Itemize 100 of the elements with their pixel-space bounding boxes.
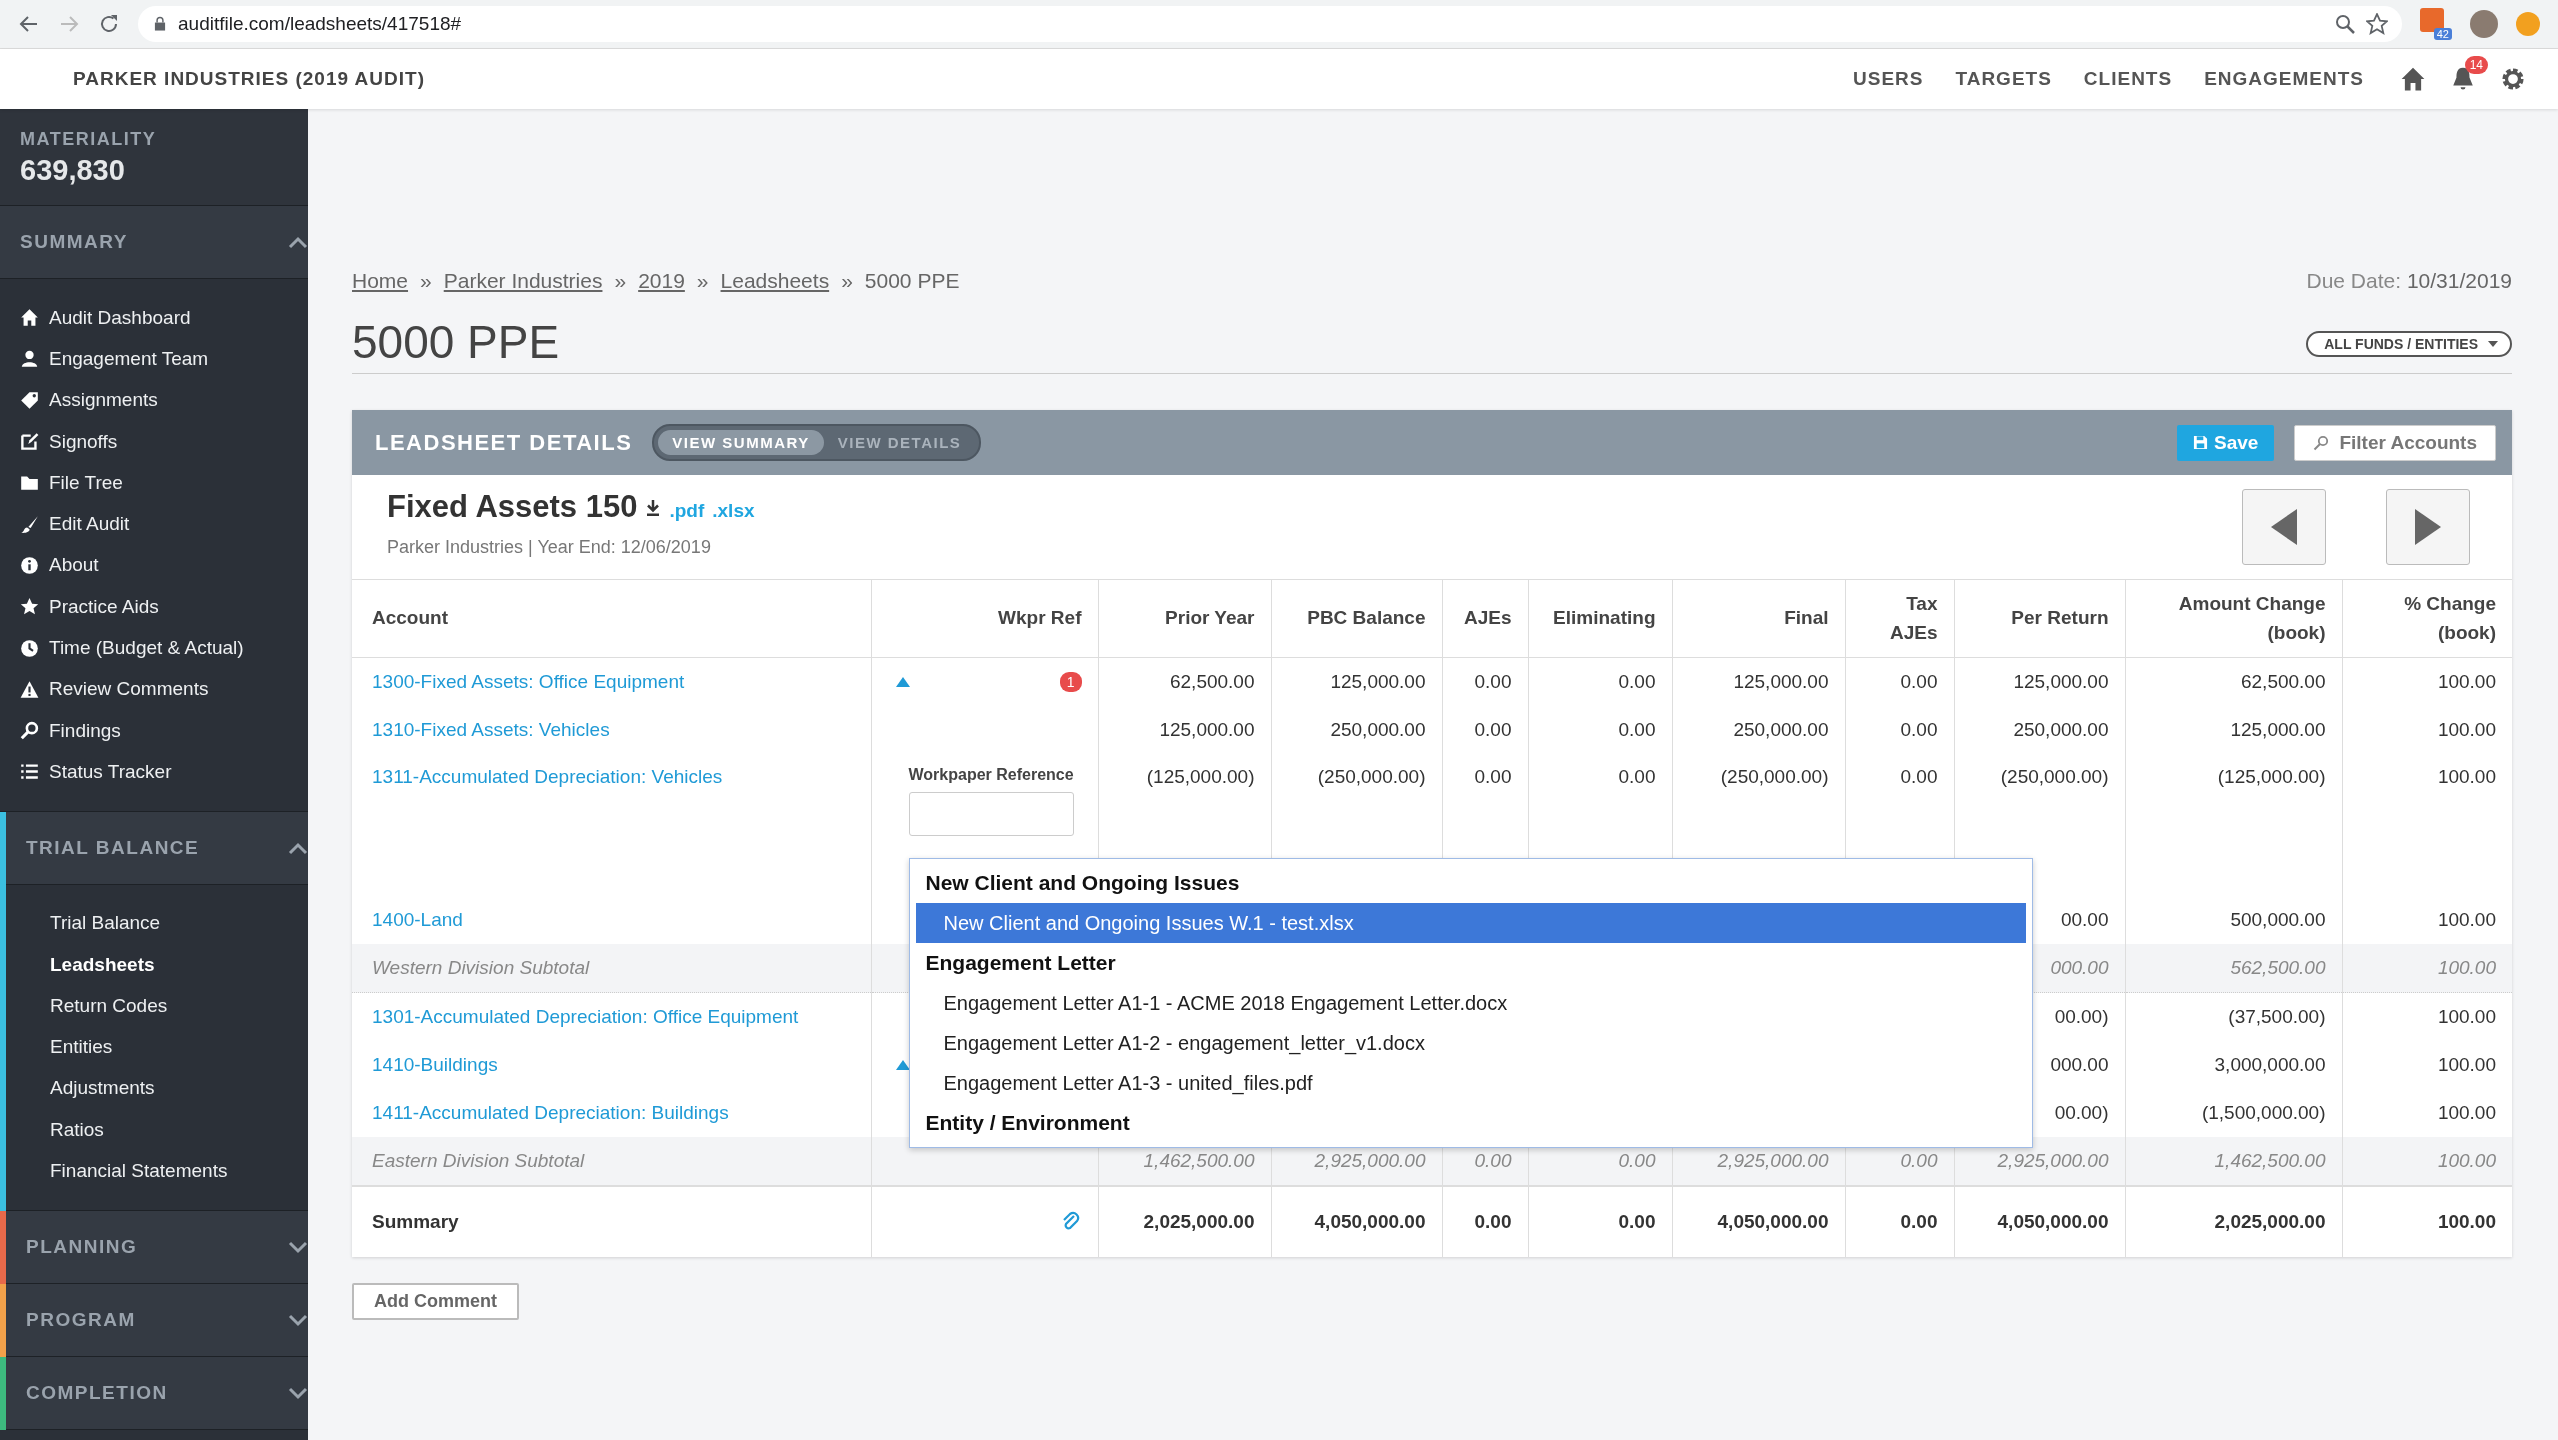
table-cell: 4,050,000.00 <box>1314 1211 1426 1232</box>
table-cell: 562,500.00 <box>2230 957 2326 978</box>
zoom-icon[interactable] <box>2334 13 2356 35</box>
settings-icon[interactable] <box>2500 66 2526 92</box>
table-cell: 100.00 <box>2437 909 2496 930</box>
count-badge: 1 <box>1059 672 1082 692</box>
nav-link[interactable]: CLIENTS <box>2083 68 2173 90</box>
address-bar[interactable]: auditfile.com/leadsheets/417518# <box>138 6 2402 42</box>
table-cell: (250,000.00) <box>1317 766 1426 787</box>
table-cell: 0.00 <box>1900 719 1938 740</box>
table-cell: 2,025,000.00 <box>1143 1211 1255 1232</box>
info-icon <box>20 555 39 575</box>
table-cell: (250,000.00) <box>2000 766 2109 787</box>
sidebar-item[interactable]: Review Comments <box>0 668 308 710</box>
sidebar-item[interactable]: Trial Balance <box>6 902 308 944</box>
person-icon <box>20 349 39 369</box>
dropdown-option[interactable]: Engagement Letter A1-2 - engagement_letter_v1.docx <box>915 1023 2026 1063</box>
chevron-icon <box>288 1312 308 1327</box>
dropdown-option[interactable]: Engagement Letter A1-3 - united_files.pdf <box>915 1063 2026 1103</box>
subtotal-label: Western Division Subtotal <box>372 957 590 978</box>
breadcrumb-link[interactable]: Leadsheets <box>720 269 830 293</box>
nav-link[interactable]: USERS <box>1853 68 1924 90</box>
table-cell: 100.00 <box>2437 671 2496 692</box>
filter-accounts-button[interactable]: Filter Accounts <box>2294 424 2496 461</box>
sheet-title: Fixed Assets 150 <box>387 489 638 525</box>
sidebar-item[interactable]: File Tree <box>0 462 308 504</box>
breadcrumb-separator: » <box>614 269 627 293</box>
profile-avatar[interactable] <box>2470 10 2498 38</box>
sidebar-item[interactable]: Assignments <box>0 379 308 421</box>
sidebar-item[interactable]: Audit Dashboard <box>0 297 308 339</box>
sidebar-item[interactable]: Engagement Team <box>0 338 308 380</box>
caret-icon <box>2488 341 2498 347</box>
breadcrumb-link[interactable]: Home <box>352 269 409 293</box>
column-header: Account <box>352 580 871 658</box>
lock-icon <box>152 16 168 32</box>
right-triangle-icon <box>2415 509 2441 545</box>
table-cell: 3,000,000.00 <box>2214 1054 2326 1075</box>
column-header: Per Return <box>1954 580 2125 658</box>
sidebar-section-header[interactable]: COMPLETION <box>6 1356 308 1430</box>
chevron-icon <box>288 1385 308 1400</box>
breadcrumb-link[interactable]: 2019 <box>638 269 685 293</box>
table-cell: 0.00 <box>1618 1211 1656 1232</box>
funds-dropdown[interactable]: ALL FUNDS / ENTITIES <box>2306 331 2512 357</box>
sidebar-item[interactable]: Return Codes <box>6 985 308 1027</box>
previous-button[interactable] <box>2242 489 2326 565</box>
home-icon[interactable] <box>2400 66 2426 92</box>
star-icon[interactable] <box>2366 13 2388 35</box>
table-cell: 00.00) <box>2054 1102 2109 1123</box>
sidebar-item[interactable]: Time (Budget & Actual) <box>0 627 308 669</box>
sidebar-item[interactable]: Ratios <box>6 1109 308 1151</box>
expand-triangle-icon[interactable] <box>895 1060 910 1070</box>
table-cell: 0.00 <box>1900 671 1938 692</box>
sidebar-item[interactable]: Status Tracker <box>0 751 308 793</box>
table-cell: 0.00 <box>1474 1211 1512 1232</box>
table-cell: 0.00 <box>1474 1150 1512 1171</box>
table-cell: (125,000.00) <box>1146 766 1255 787</box>
sidebar-item[interactable]: Practice Aids <box>0 586 308 628</box>
table-cell: 000.00 <box>2050 1054 2109 1075</box>
table-cell: (37,500.00) <box>2228 1006 2326 1027</box>
page-title: 5000 PPE <box>352 315 560 369</box>
nav-link[interactable]: ENGAGEMENTS <box>2204 68 2364 90</box>
breadcrumb-link[interactable]: Parker Industries <box>443 269 603 293</box>
due-date-value: 10/31/2019 <box>2406 269 2512 292</box>
workpaper-reference-field[interactable] <box>908 792 1074 836</box>
clock-icon <box>20 638 39 658</box>
table-cell: 250,000.00 <box>1330 719 1426 740</box>
sidebar-section-header[interactable]: SUMMARY <box>0 206 308 279</box>
dropdown-option[interactable]: New Client and Ongoing Issues W.1 - test.xlsx <box>915 903 2026 943</box>
column-header: Amount Change (book) <box>2125 580 2342 658</box>
option-group-title: Engagement Letter <box>924 950 1117 976</box>
sidebar-item[interactable]: Adjustments <box>6 1067 308 1110</box>
sidebar-section-header[interactable]: PROGRAM <box>6 1283 308 1357</box>
subtotal-label: Eastern Division Subtotal <box>372 1150 585 1171</box>
table-cell: 2,925,000.00 <box>1314 1150 1426 1171</box>
sidebar-item[interactable]: Entities <box>6 1026 308 1068</box>
sidebar-item[interactable]: About <box>0 544 308 587</box>
sidebar-item[interactable]: Leadsheets <box>6 943 308 986</box>
table-cell: 0.00 <box>1900 766 1938 787</box>
reload-icon[interactable] <box>98 13 120 35</box>
table-cell: 000.00 <box>2050 957 2109 978</box>
sidebar-section-header[interactable]: TRIAL BALANCE <box>6 811 308 885</box>
next-button[interactable] <box>2386 489 2470 565</box>
expand-triangle-icon[interactable] <box>895 677 910 687</box>
sidebar-section-header[interactable]: PLANNING <box>6 1210 308 1284</box>
table-cell: 0.00 <box>1474 766 1512 787</box>
nav-link[interactable]: TARGETS <box>1955 68 2052 90</box>
dropdown-option[interactable]: Engagement Letter A1-1 - ACME 2018 Engagement Letter.docx <box>915 983 2026 1023</box>
sidebar-item[interactable]: Signoffs <box>0 420 308 463</box>
table-cell: 0.00 <box>1618 1150 1656 1171</box>
materiality-label: MATERIALITY <box>20 129 158 150</box>
table-cell: 125,000.00 <box>1330 671 1426 692</box>
column-header: Eliminating <box>1528 580 1672 658</box>
download-icon <box>645 499 662 517</box>
sidebar-item[interactable]: Financial Statements <box>6 1150 308 1192</box>
sidebar-item[interactable]: Findings <box>0 709 308 752</box>
column-header: Prior Year <box>1098 580 1271 658</box>
add-comment-button[interactable]: Add Comment <box>352 1283 519 1320</box>
sidebar-item[interactable]: Edit Audit <box>0 503 308 545</box>
breadcrumb-separator: » <box>696 269 709 293</box>
table-cell: (125,000.00) <box>2217 766 2326 787</box>
